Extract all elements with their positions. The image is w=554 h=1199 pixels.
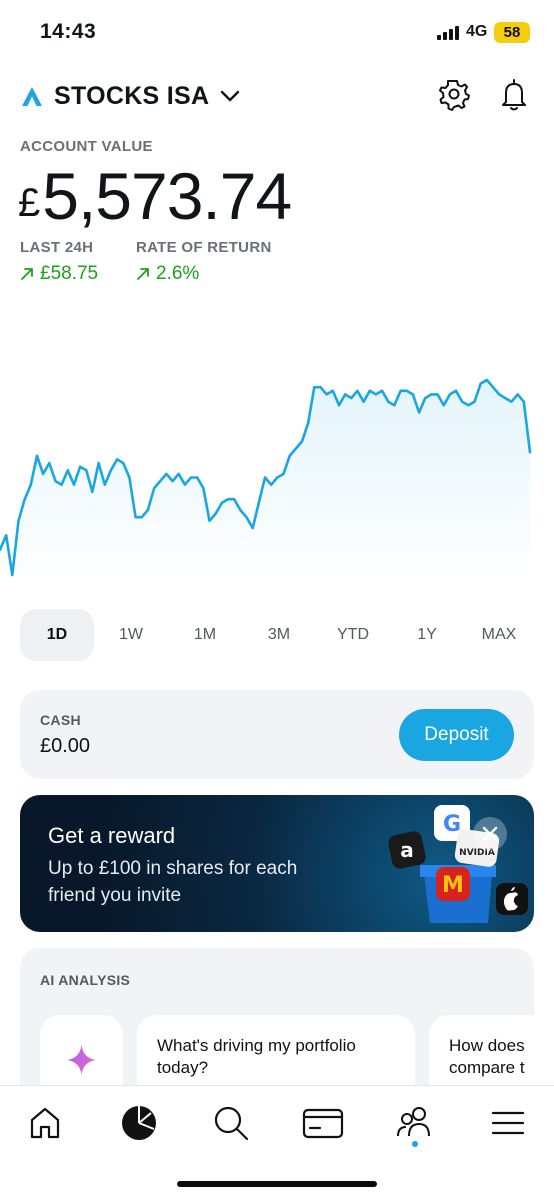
- network-type: 4G: [466, 23, 488, 40]
- cash-value: £0.00: [40, 735, 91, 757]
- ai-analysis-label: AI ANALYSIS: [40, 972, 131, 988]
- reward-banner[interactable]: Get a reward Up to £100 in shares for ea…: [20, 795, 534, 932]
- ai-prompt-text: How does compare t: [449, 1036, 525, 1077]
- gear-icon[interactable]: [436, 76, 472, 112]
- portfolio-icon[interactable]: [116, 1100, 162, 1146]
- last24-value: £58.75: [40, 263, 99, 284]
- ror-label: RATE OF RETURN: [136, 239, 272, 256]
- status-time: 14:43: [40, 20, 97, 43]
- search-icon[interactable]: [208, 1100, 254, 1146]
- home-icon[interactable]: [22, 1100, 68, 1146]
- home-indicator: [177, 1181, 377, 1187]
- svg-text:G: G: [443, 812, 461, 837]
- community-icon[interactable]: [392, 1100, 438, 1146]
- status-bar: 14:43 4G 58: [0, 0, 554, 66]
- arrow-up-right-icon: [21, 268, 33, 280]
- account-value-amount: 5,573.74: [42, 159, 292, 233]
- last24-change: £58.75: [20, 263, 98, 285]
- tab-1y[interactable]: 1Y: [390, 609, 464, 661]
- tab-1d[interactable]: 1D: [20, 609, 94, 661]
- account-value-label: ACCOUNT VALUE: [20, 138, 153, 155]
- reward-text: Up to £100 in shares for each friend you…: [48, 858, 298, 906]
- arrow-up-right-icon: [137, 268, 149, 280]
- chevron-down-icon: [221, 90, 240, 102]
- account-value: £ 5,573.74: [18, 158, 292, 234]
- account-name: STOCKS ISA: [54, 81, 210, 110]
- reward-brands-illustration: M a G NVIDIA: [388, 805, 528, 923]
- reward-title: Get a reward: [48, 823, 176, 848]
- close-icon: [482, 826, 498, 842]
- cash-card: CASH £0.00 Deposit: [20, 690, 534, 779]
- nav-active-dot: [412, 1141, 418, 1147]
- deposit-button[interactable]: Deposit: [399, 709, 514, 761]
- logo-icon: [22, 87, 42, 106]
- currency-symbol: £: [18, 181, 41, 225]
- signal-icon: [437, 26, 459, 40]
- ror-value: 2.6%: [156, 263, 200, 284]
- last24-label: LAST 24H: [20, 239, 94, 256]
- menu-icon[interactable]: [485, 1100, 531, 1146]
- svg-text:M: M: [442, 873, 464, 898]
- tab-1w[interactable]: 1W: [94, 609, 168, 661]
- tab-ytd[interactable]: YTD: [316, 609, 390, 661]
- close-reward-button[interactable]: [473, 817, 507, 851]
- tab-max[interactable]: MAX: [464, 609, 534, 661]
- tab-1m[interactable]: 1M: [168, 609, 242, 661]
- portfolio-chart[interactable]: [0, 370, 554, 585]
- card-icon[interactable]: [300, 1100, 346, 1146]
- period-selector: 1D 1W 1M 3M YTD 1Y MAX: [20, 609, 534, 661]
- bell-icon[interactable]: [496, 76, 532, 112]
- ror-change: 2.6%: [136, 263, 199, 285]
- cash-label: CASH: [40, 712, 81, 728]
- battery-icon: 58: [494, 22, 530, 43]
- tab-3m[interactable]: 3M: [242, 609, 316, 661]
- account-selector[interactable]: STOCKS ISA: [20, 76, 241, 116]
- svg-text:a: a: [400, 838, 414, 862]
